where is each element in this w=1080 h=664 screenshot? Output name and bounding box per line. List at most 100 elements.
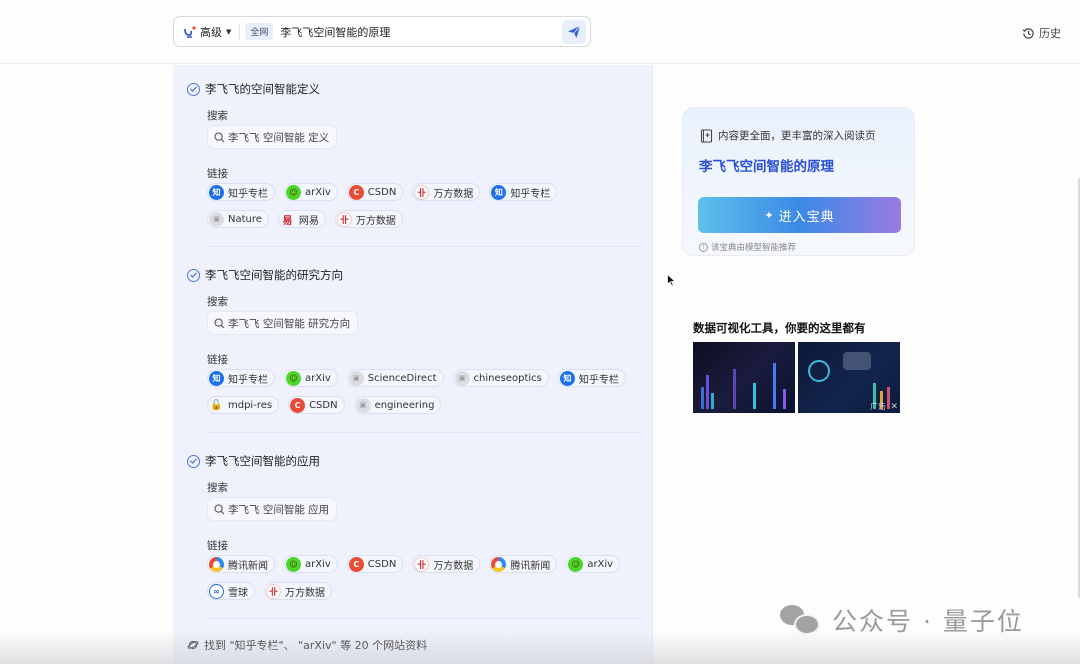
link-chip-label: 万方数据: [433, 188, 474, 200]
link-chip-label: chineseoptics: [473, 372, 542, 384]
link-chip[interactable]: 知知乎专栏: [207, 369, 275, 387]
mouse-cursor: [667, 272, 676, 291]
link-chip[interactable]: 卝万方数据: [264, 582, 332, 600]
send-button[interactable]: [562, 19, 586, 44]
search-label: 搜索: [207, 296, 228, 308]
link-chip[interactable]: 🔓 mdpi-res: [207, 396, 280, 414]
link-chip-label: 腾讯新闻: [228, 560, 268, 572]
baodian-header: 内容更全面，更丰富的深入阅读页: [700, 128, 876, 143]
link-chip-label: arXiv: [305, 372, 331, 384]
link-chip[interactable]: C CSDN: [288, 396, 345, 414]
link-chip[interactable]: 易网易: [277, 210, 326, 228]
step-title: 李飞飞空间智能的应用: [187, 453, 320, 469]
planet-icon: [187, 640, 199, 650]
link-chip-label: 知乎专栏: [228, 374, 268, 386]
links-label: 链接: [207, 168, 228, 180]
generic-site-icon: ▣: [348, 370, 364, 386]
link-chip[interactable]: ▣ ScienceDirect: [346, 369, 444, 387]
link-chip[interactable]: 卝万方数据: [412, 555, 481, 573]
tencent-news-icon: [491, 556, 507, 572]
search-steps-panel: 李飞飞的空间智能定义 搜索 李飞飞 空间智能 定义 链接 知知乎专栏 ☺ arXi…: [173, 65, 653, 664]
link-chip[interactable]: ☺ arXiv: [284, 183, 338, 201]
search-box: 高级 ▼ 全网: [173, 16, 591, 47]
advanced-mode-icon: [183, 25, 197, 39]
wanfang-icon: 卝: [336, 211, 352, 227]
divider: [239, 23, 241, 40]
advanced-mode-dropdown[interactable]: 高级 ▼: [174, 17, 239, 46]
csdn-icon: C: [348, 556, 364, 572]
sources-summary-text: 找到 "知乎专栏"、 "arXiv" 等 20 个网站资料: [204, 639, 428, 652]
link-chip[interactable]: C CSDN: [346, 555, 404, 573]
check-circle-icon: [187, 454, 200, 468]
csdn-icon: C: [348, 184, 364, 200]
arxiv-icon: ☺: [286, 370, 301, 386]
link-chip[interactable]: ▣ Nature: [207, 210, 269, 228]
link-chip-label: ScienceDirect: [367, 372, 437, 384]
search-icon: [214, 317, 225, 328]
search-query-pill[interactable]: 李飞飞 空间智能 定义: [207, 125, 338, 149]
link-chip-label: CSDN: [367, 558, 397, 570]
ad-image[interactable]: [693, 342, 795, 413]
link-chip-label: 知乎专栏: [510, 188, 551, 200]
enter-baodian-button[interactable]: ✦ 进入宝典: [698, 197, 901, 233]
baodian-title[interactable]: 李飞飞空间智能的原理: [699, 155, 834, 175]
generic-site-icon: ▣: [209, 211, 224, 227]
baodian-note-text: 该宝典由模型智能推荐: [711, 243, 797, 253]
step-title: 李飞飞的空间智能定义: [187, 81, 320, 97]
netease-icon: 易: [282, 215, 293, 227]
link-chip-label: 万方数据: [355, 215, 396, 227]
link-chip-label: 万方数据: [285, 587, 325, 599]
wanfang-icon: 卝: [414, 556, 430, 572]
step-title-text: 李飞飞的空间智能定义: [205, 82, 320, 96]
search-query-pill[interactable]: 李飞飞 空间智能 研究方向: [207, 311, 359, 335]
link-chip[interactable]: ☺ arXiv: [284, 555, 338, 573]
step-title-text: 李飞飞空间智能的应用: [205, 454, 320, 468]
link-chip-label: engineering: [374, 399, 435, 411]
wanfang-icon: 卝: [414, 184, 430, 200]
baodian-card: 内容更全面，更丰富的深入阅读页 李飞飞空间智能的原理 ✦ 进入宝典 ! 该宝典由…: [682, 107, 915, 256]
link-chip-label: 万方数据: [433, 560, 474, 572]
sources-summary[interactable]: 找到 "知乎专栏"、 "arXiv" 等 20 个网站资料: [187, 637, 427, 653]
link-chip[interactable]: 腾讯新闻: [489, 555, 558, 573]
link-chips: 知知乎专栏 ☺ arXiv C CSDN 卝万方数据 知知乎专栏 ▣ Nature 易…: [207, 183, 627, 228]
link-chip[interactable]: 知知乎专栏: [207, 183, 275, 201]
ad-badge: 广告: [870, 402, 886, 411]
link-chips: 腾讯新闻 ☺ arXiv C CSDN 卝万方数据 腾讯新闻 ☺ arXiv ∞ 雪球 …: [207, 555, 627, 600]
link-chip[interactable]: ▣ chineseoptics: [452, 369, 549, 387]
search-query-pill[interactable]: 李飞飞 空间智能 应用: [207, 497, 338, 521]
link-chip[interactable]: 知知乎专栏: [557, 369, 626, 387]
search-icon: [214, 131, 225, 142]
link-chip-label: arXiv: [305, 558, 331, 570]
link-chip[interactable]: ▣ engineering: [353, 396, 442, 414]
link-chip[interactable]: 腾讯新闻: [207, 555, 275, 573]
wanfang-icon: 卝: [266, 583, 281, 599]
history-button[interactable]: 历史: [1022, 25, 1061, 41]
ad-close-button[interactable]: ✕: [890, 402, 898, 412]
search-input[interactable]: [280, 25, 562, 38]
link-chip[interactable]: C CSDN: [346, 183, 404, 201]
link-chip[interactable]: 卝万方数据: [412, 183, 481, 201]
links-label: 链接: [207, 540, 228, 552]
link-chip[interactable]: 卝万方数据: [334, 210, 403, 228]
link-chip[interactable]: ☺ arXiv: [284, 369, 338, 387]
link-chips: 知知乎专栏 ☺ arXiv ▣ ScienceDirect ▣ chineseopti…: [207, 369, 627, 414]
link-chip[interactable]: ☺ arXiv: [566, 555, 621, 573]
unlock-icon: 🔓: [210, 399, 223, 411]
ad-title[interactable]: 数据可视化工具，你要的这里都有: [693, 320, 866, 336]
step-title: 李飞飞空间智能的研究方向: [187, 267, 343, 283]
link-chip-label: arXiv: [305, 186, 331, 198]
scope-tag[interactable]: 全网: [245, 23, 274, 40]
zhihu-icon: 知: [559, 370, 575, 386]
arxiv-icon: ☺: [286, 184, 301, 200]
advanced-mode-label: 高级: [200, 25, 222, 39]
link-chip[interactable]: ∞ 雪球: [207, 582, 255, 600]
search-label: 搜索: [207, 110, 228, 122]
ad-image[interactable]: 广告 ✕: [798, 342, 900, 413]
link-chip-label: 腾讯新闻: [510, 560, 551, 572]
link-chip[interactable]: 知知乎专栏: [489, 183, 558, 201]
baodian-note: ! 该宝典由模型智能推荐: [699, 241, 796, 253]
link-chip-label: 网易: [298, 215, 319, 227]
zhihu-icon: 知: [491, 184, 507, 200]
send-icon: [568, 25, 581, 38]
search-query-text: 李飞飞 空间智能 应用: [228, 503, 330, 516]
